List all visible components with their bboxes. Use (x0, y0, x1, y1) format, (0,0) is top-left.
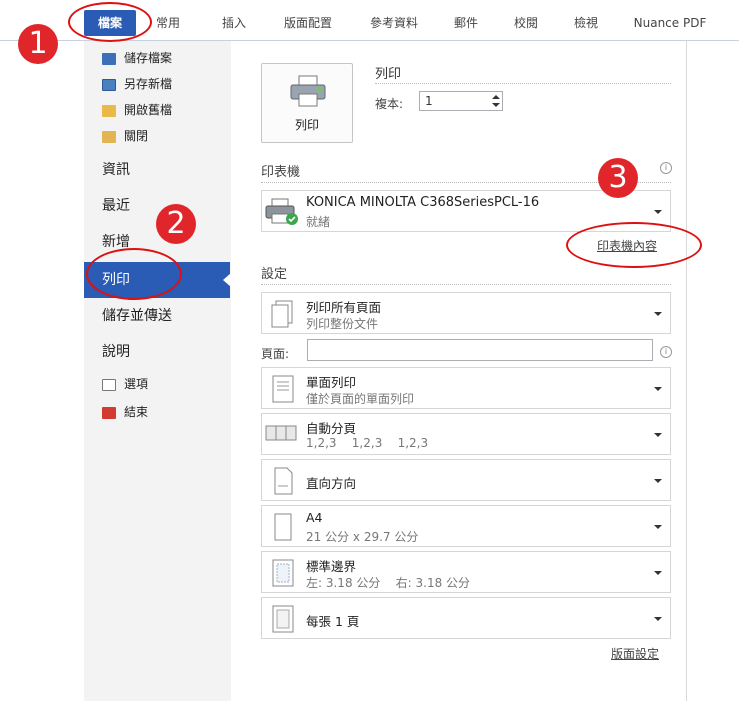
save-as-icon (102, 78, 116, 91)
annotation-marker-1: 1 (18, 24, 58, 64)
print-button[interactable]: 列印 (261, 63, 353, 143)
chevron-down-icon (654, 387, 662, 391)
tab-home[interactable]: 常用 (148, 10, 188, 36)
tab-nuance-pdf[interactable]: Nuance PDF (626, 10, 714, 36)
printer-name: KONICA MINOLTA C368SeriesPCL-16 (306, 195, 540, 210)
chevron-down-icon (654, 312, 662, 316)
dropdown-subtitle: 21 公分 x 29.7 公分 (306, 530, 419, 544)
open-folder-icon (102, 104, 116, 117)
pages-per-sheet-icon (272, 605, 294, 633)
options-icon (102, 378, 116, 391)
paper-size-icon (274, 513, 292, 541)
sidebar-item-close[interactable]: 關閉 (102, 126, 148, 146)
sidebar-item-save[interactable]: 儲存檔案 (102, 48, 172, 68)
annotation-ring-2 (86, 248, 182, 300)
dropdown-title: 自動分頁 (306, 421, 357, 436)
collate-icon (265, 425, 297, 441)
chevron-down-icon (654, 210, 662, 214)
margins-select[interactable]: 標準邊界 左: 3.18 公分 右: 3.18 公分 (261, 551, 671, 593)
tab-view[interactable]: 檢視 (566, 10, 606, 36)
annotation-ring-3 (566, 222, 702, 268)
sidebar-item-info[interactable]: 資訊 (102, 156, 130, 184)
print-button-label: 列印 (294, 118, 319, 132)
chevron-down-icon (654, 433, 662, 437)
collate-select[interactable]: 自動分頁 1,2,3 1,2,3 1,2,3 (261, 413, 671, 455)
dropdown-title: 列印所有頁面 (306, 300, 382, 315)
sidebar-item-open[interactable]: 開啟舊檔 (102, 100, 172, 120)
sidebar-item-label: 儲存檔案 (124, 51, 173, 65)
printer-status: 就緒 (306, 215, 331, 229)
print-range-select[interactable]: 列印所有頁面 列印整份文件 (261, 292, 671, 334)
divider (375, 83, 671, 84)
tab-review[interactable]: 校閱 (506, 10, 546, 36)
dropdown-subtitle: 左: 3.18 公分 右: 3.18 公分 (306, 576, 471, 590)
tab-page-layout[interactable]: 版面配置 (276, 10, 340, 36)
copies-value: 1 (425, 94, 433, 108)
sidebar-item-label: 關閉 (124, 129, 149, 143)
single-side-icon (272, 375, 294, 403)
dropdown-subtitle: 僅於頁面的單面列印 (306, 392, 415, 406)
sidebar-item-label: 選項 (124, 377, 149, 391)
annotation-ring-1 (68, 2, 152, 42)
dropdown-title: A4 (306, 510, 323, 525)
annotation-marker-3: 3 (598, 158, 638, 198)
spin-up-icon[interactable] (492, 95, 500, 99)
divider (261, 284, 671, 285)
pages-input[interactable] (307, 339, 653, 361)
sidebar-item-recent[interactable]: 最近 (102, 192, 130, 220)
save-icon (102, 52, 116, 65)
sidebar-item-save-send[interactable]: 儲存並傳送 (102, 302, 172, 330)
info-icon[interactable]: i (660, 162, 672, 174)
sidebar-item-help[interactable]: 說明 (102, 338, 130, 366)
dropdown-subtitle: 列印整份文件 (306, 317, 379, 331)
sidebar-item-label: 結束 (124, 405, 149, 419)
paper-size-select[interactable]: A4 21 公分 x 29.7 公分 (261, 505, 671, 547)
settings-section-title: 設定 (261, 267, 288, 282)
spin-down-icon[interactable] (492, 103, 500, 107)
tab-insert[interactable]: 插入 (214, 10, 254, 36)
copies-stepper[interactable]: 1 (419, 91, 503, 111)
portrait-icon (274, 467, 293, 495)
dropdown-subtitle: 1,2,3 1,2,3 1,2,3 (306, 436, 429, 450)
print-section-title: 列印 (375, 67, 402, 82)
copies-label: 複本: (375, 97, 404, 111)
sidebar-item-label: 開啟舊檔 (124, 103, 173, 117)
page-setup-link[interactable]: 版面設定 (611, 645, 659, 662)
sidebar-item-label: 另存新檔 (124, 77, 173, 91)
sidebar-item-exit[interactable]: 結束 (102, 402, 148, 422)
backstage-sidebar: 儲存檔案 另存新檔 開啟舊檔 關閉 資訊 最近 新增 列印 儲存並傳送 說明 選… (84, 41, 232, 701)
network-printer-icon (265, 198, 298, 225)
info-icon[interactable]: i (660, 346, 672, 358)
annotation-marker-2: 2 (156, 204, 196, 244)
orientation-select[interactable]: 直向方向 (261, 459, 671, 501)
sidebar-item-options[interactable]: 選項 (102, 374, 148, 394)
chevron-down-icon (654, 525, 662, 529)
chevron-down-icon (654, 571, 662, 575)
close-folder-icon (102, 130, 116, 143)
dropdown-title: 單面列印 (306, 375, 357, 390)
printer-icon (290, 75, 326, 107)
chevron-down-icon (654, 479, 662, 483)
margins-icon (272, 559, 294, 587)
exit-icon (102, 406, 116, 419)
selected-notch (223, 273, 231, 287)
sides-select[interactable]: 單面列印 僅於頁面的單面列印 (261, 367, 671, 409)
sidebar-item-save-as[interactable]: 另存新檔 (102, 74, 172, 94)
printer-section-title: 印表機 (261, 165, 301, 180)
pages-per-sheet-select[interactable]: 每張 1 頁 (261, 597, 671, 639)
tab-references[interactable]: 參考資料 (362, 10, 426, 36)
pages-icon (271, 300, 293, 328)
dropdown-title: 每張 1 頁 (306, 614, 360, 629)
tab-mailings[interactable]: 郵件 (446, 10, 486, 36)
print-panel: 列印 列印 複本: 1 印表機 i KONICA MINOLTA C368Ser… (231, 41, 687, 701)
dropdown-title: 標準邊界 (306, 559, 357, 574)
dropdown-title: 直向方向 (306, 476, 357, 491)
chevron-down-icon (654, 617, 662, 621)
pages-label: 頁面: (261, 347, 290, 361)
